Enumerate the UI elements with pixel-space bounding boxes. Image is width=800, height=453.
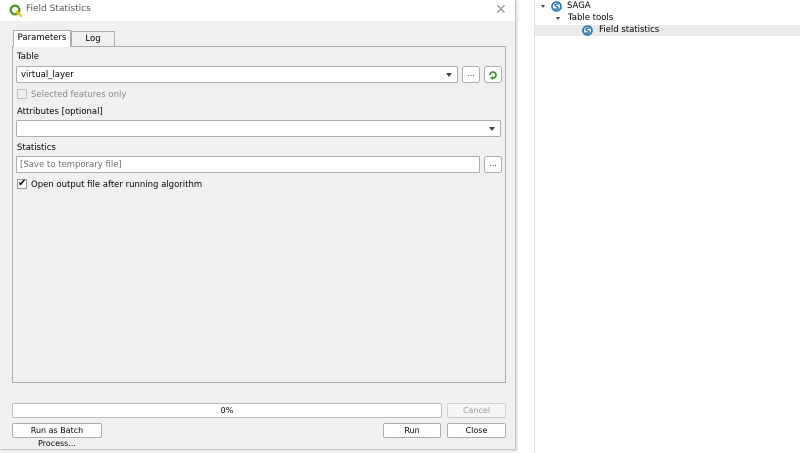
table-value: virtual_layer [21, 70, 74, 80]
attributes-combobox[interactable] [16, 120, 501, 137]
selected-features-checkbox[interactable] [17, 89, 27, 99]
close-button[interactable]: Close [447, 423, 506, 438]
saga-icon [582, 25, 593, 36]
run-as-batch-button[interactable]: Run as Batch Process... [12, 423, 102, 448]
expand-arrow-icon[interactable] [541, 5, 545, 8]
iterate-icon [489, 71, 497, 80]
tab-log[interactable]: Log [71, 31, 115, 46]
open-output-label: Open output file after running algorithm [31, 180, 203, 190]
qgis-logo-icon [9, 4, 22, 17]
chevron-down-icon [446, 73, 452, 77]
table-browse-button[interactable]: ... [462, 66, 480, 83]
progress-text: 0% [220, 406, 234, 415]
tree-item-saga-label: SAGA [567, 1, 591, 11]
statistics-output-field[interactable] [16, 156, 480, 173]
expand-arrow-icon[interactable] [556, 17, 560, 20]
open-output-checkbox[interactable]: ✔ [17, 178, 27, 189]
statistics-output-input[interactable] [17, 157, 479, 172]
tree-item-table-tools-label: Table tools [568, 13, 614, 23]
saga-icon [551, 1, 562, 12]
attributes-label: Attributes [optional] [17, 107, 103, 117]
tree-item-field-statistics-label: Field statistics [599, 25, 660, 35]
iterate-button[interactable] [484, 66, 502, 83]
tree-item-table-tools[interactable]: Table tools [535, 13, 800, 24]
tab-parameters[interactable]: Parameters [13, 30, 71, 47]
checkmark-icon: ✔ [18, 178, 27, 189]
close-icon[interactable]: ✕ [495, 2, 507, 18]
run-button[interactable]: Run [383, 423, 441, 438]
statistics-browse-button[interactable]: ... [484, 156, 502, 173]
selected-features-label: Selected features only [31, 90, 127, 100]
statistics-label: Statistics [17, 143, 56, 153]
field-statistics-dialog: Field Statistics ✕ Parameters Log Table … [0, 0, 516, 450]
table-combobox[interactable]: virtual_layer [16, 66, 458, 83]
tree-item-field-statistics[interactable]: Field statistics [535, 25, 800, 36]
cancel-button[interactable]: Cancel [447, 403, 506, 418]
processing-toolbox-tree: SAGA Table tools Field statistics [535, 0, 800, 453]
tree-item-saga[interactable]: SAGA [535, 1, 800, 12]
dialog-titlebar: Field Statistics ✕ [0, 0, 515, 21]
progress-bar: 0% [12, 403, 442, 418]
dialog-title: Field Statistics [26, 4, 91, 14]
chevron-down-icon [489, 127, 495, 131]
table-label: Table [17, 52, 39, 62]
